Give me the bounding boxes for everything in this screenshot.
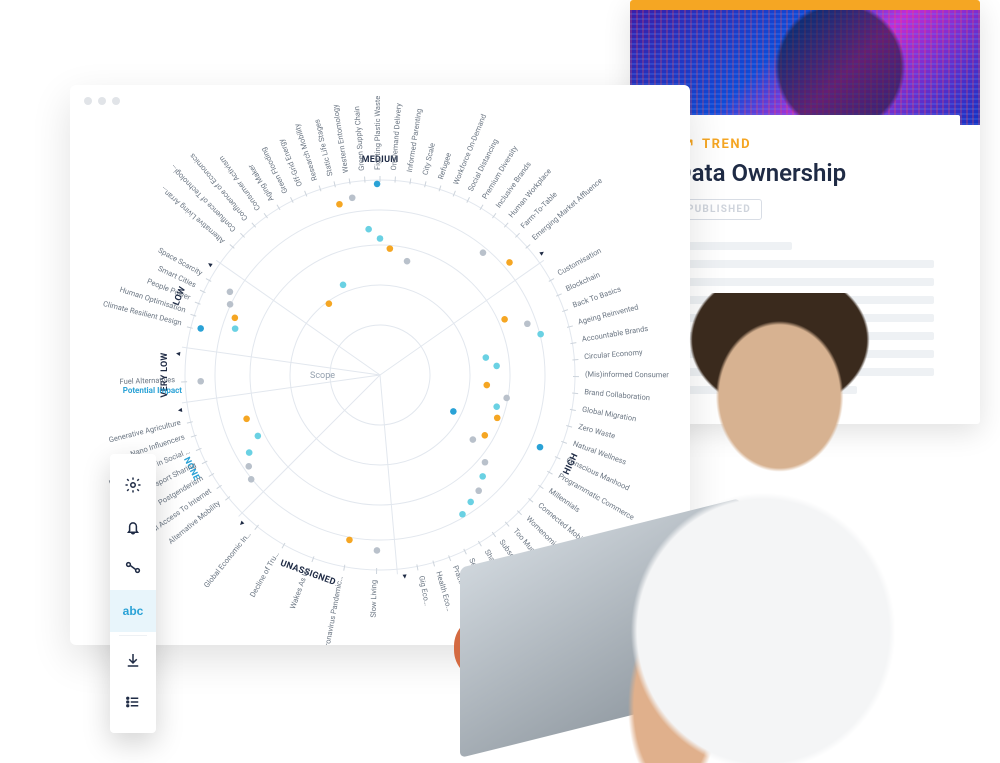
svg-text:▲: ▲	[176, 406, 185, 414]
radar-term[interactable]: Informed Parenting	[405, 108, 424, 173]
radar-term[interactable]: Green Supply Chain	[352, 106, 366, 171]
radar-point[interactable]	[197, 325, 204, 332]
hero-photo	[440, 203, 1000, 763]
list-icon	[124, 693, 142, 711]
radar-point[interactable]	[349, 194, 356, 201]
radar-point[interactable]	[326, 300, 333, 307]
radar-point[interactable]	[197, 378, 204, 385]
connections-button[interactable]	[110, 548, 156, 590]
radar-term[interactable]: Fighting Plastic Waste	[373, 96, 382, 170]
labels-button[interactable]: abc	[110, 590, 156, 632]
radar-term[interactable]: Western Entomology	[331, 103, 351, 173]
radar-center-label: Scope	[310, 371, 335, 381]
abc-icon: abc	[123, 604, 144, 618]
svg-text:▲: ▲	[401, 572, 409, 581]
radar-point[interactable]	[232, 315, 239, 322]
radar-term[interactable]: Refugee	[436, 151, 453, 180]
radar-point[interactable]	[365, 226, 372, 233]
svg-text:▲: ▲	[205, 259, 216, 269]
radar-point[interactable]	[232, 325, 239, 332]
bell-icon	[124, 518, 142, 536]
radar-point[interactable]	[336, 201, 343, 208]
radar-point[interactable]	[387, 245, 394, 252]
trend-eyebrow-text: TREND	[702, 137, 751, 152]
radar-point[interactable]	[374, 181, 381, 188]
download-icon	[124, 651, 142, 669]
radar-point[interactable]	[377, 235, 384, 242]
radar-term[interactable]: On-Demand Delivery	[389, 102, 403, 170]
gear-icon	[124, 476, 142, 494]
radar-point[interactable]	[346, 537, 353, 544]
trend-eyebrow: TREND	[676, 135, 934, 153]
radar-point[interactable]	[255, 433, 262, 440]
connections-icon	[124, 560, 142, 578]
radar-point[interactable]	[227, 301, 234, 308]
radar-point[interactable]	[340, 281, 347, 288]
radar-toolbar: abc	[110, 454, 156, 733]
radar-point[interactable]	[245, 463, 252, 470]
impact-axis-label: Potential Impact	[123, 386, 183, 395]
radar-point[interactable]	[227, 289, 234, 296]
person-photo	[550, 293, 960, 763]
list-button[interactable]	[110, 681, 156, 723]
radar-term[interactable]: Gig Eco…	[417, 575, 432, 607]
trend-card-banner	[630, 0, 980, 10]
trend-title: Data Ownership	[676, 159, 934, 187]
radar-term[interactable]: Global Economic In…	[202, 530, 253, 590]
alerts-button[interactable]	[110, 506, 156, 548]
svg-text:▲: ▲	[174, 350, 183, 358]
radar-term[interactable]: Coronavirus Pandemic…	[321, 575, 345, 645]
radar-term[interactable]: Decline of Tru…	[248, 550, 281, 599]
radar-term[interactable]: City Scale	[421, 142, 437, 176]
radar-point[interactable]	[243, 415, 250, 422]
radar-point[interactable]	[248, 476, 255, 483]
settings-button[interactable]	[110, 464, 156, 506]
radar-point[interactable]	[374, 547, 381, 554]
radar-point[interactable]	[404, 258, 411, 265]
download-button[interactable]	[110, 639, 156, 681]
svg-text:▲: ▲	[236, 518, 247, 529]
radar-term[interactable]: Slow Living	[369, 580, 379, 618]
radar-point[interactable]	[246, 449, 253, 456]
